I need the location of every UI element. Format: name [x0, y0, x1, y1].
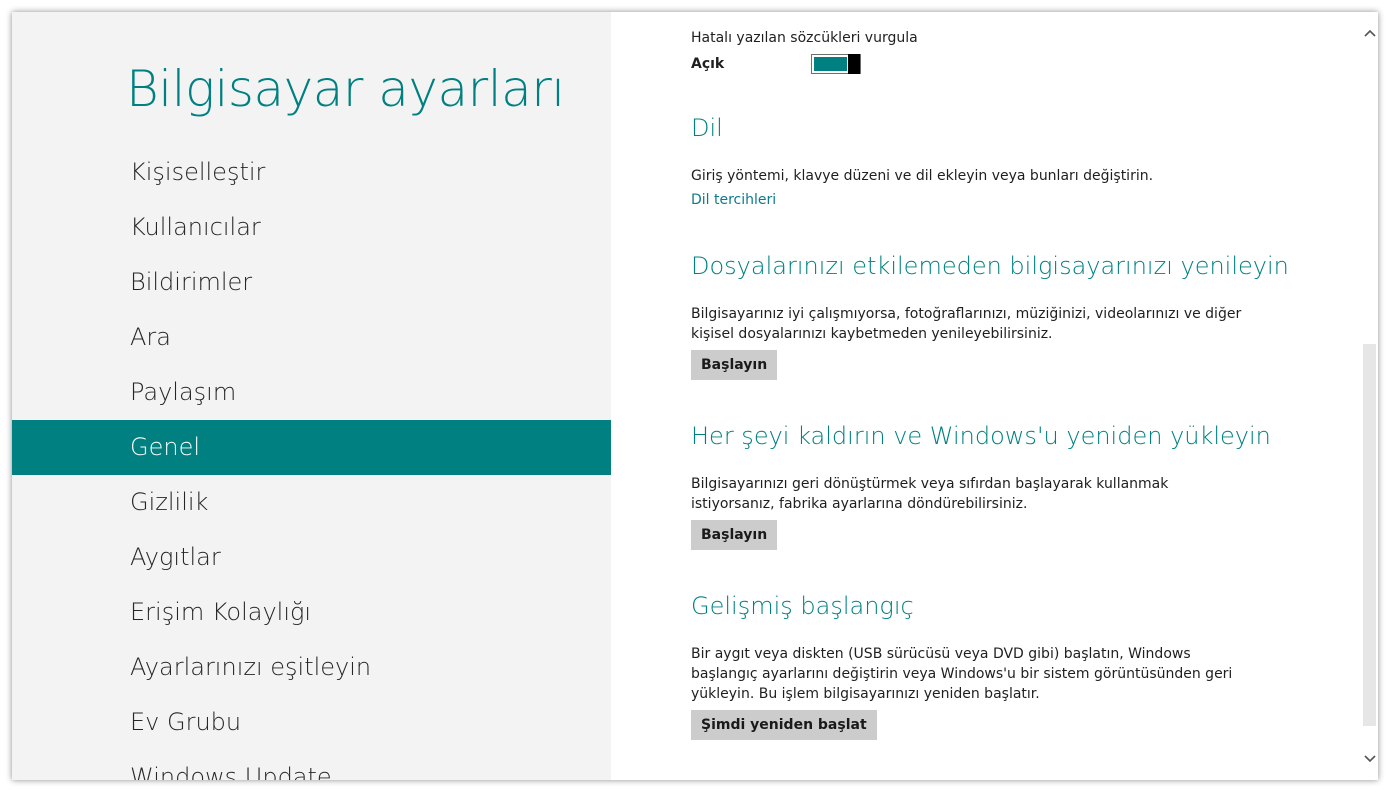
nav-item-general[interactable]: Genel [12, 420, 611, 475]
advanced-startup-description: Bir aygıt veya diskten (USB sürücüsü vey… [691, 646, 1233, 702]
reset-description: Bilgisayarınızı geri dönüştürmek veya sı… [691, 476, 1169, 512]
page-title: Bilgisayar ayarları [126, 60, 565, 118]
language-description: Giriş yöntemi, klavye düzeni ve dil ekle… [691, 168, 1154, 184]
refresh-description: Bilgisayarınız iyi çalışmıyorsa, fotoğra… [691, 306, 1242, 342]
nav-item-sync-settings[interactable]: Ayarlarınızı eşitleyin [12, 640, 611, 695]
content-scrollbar[interactable] [1361, 12, 1378, 780]
nav-item-notifications[interactable]: Bildirimler [12, 255, 611, 310]
reset-start-button[interactable]: Başlayın [691, 520, 778, 550]
language-section-title: Dil [691, 114, 723, 142]
nav-item-ease-of-access[interactable]: Erişim Kolaylığı [12, 585, 611, 640]
toggle-track [814, 57, 847, 71]
refresh-start-button[interactable]: Başlayın [691, 350, 778, 380]
language-preferences-link[interactable]: Dil tercihleri [691, 192, 776, 208]
restart-now-button[interactable]: Şimdi yeniden başlat [691, 710, 877, 740]
nav-item-personalize[interactable]: Kişiselleştir [12, 145, 611, 200]
navigation-pane: Bilgisayar ayarları Kişiselleştir Kullan… [12, 12, 611, 780]
settings-window: Bilgisayar ayarları Kişiselleştir Kullan… [12, 12, 1378, 780]
advanced-startup-section-title: Gelişmiş başlangıç [691, 592, 914, 620]
nav-item-privacy[interactable]: Gizlilik [12, 475, 611, 530]
nav-item-users[interactable]: Kullanıcılar [12, 200, 611, 255]
nav-item-homegroup[interactable]: Ev Grubu [12, 695, 611, 750]
spelling-state-label: Açık [691, 56, 725, 72]
scroll-thumb[interactable] [1363, 344, 1376, 726]
scroll-up-arrow-icon[interactable] [1361, 20, 1378, 46]
scroll-down-arrow-icon[interactable] [1361, 746, 1378, 772]
refresh-section-title: Dosyalarınızı etkilemeden bilgisayarınız… [691, 252, 1289, 280]
nav-item-windows-update[interactable]: Windows Update [12, 750, 611, 780]
nav-item-share[interactable]: Paylaşım [12, 365, 611, 420]
spelling-toggle[interactable] [811, 54, 861, 74]
settings-content: Hatalı yazılan sözcükleri vurgula Açık D… [611, 12, 1361, 780]
nav-item-devices[interactable]: Aygıtlar [12, 530, 611, 585]
spelling-label: Hatalı yazılan sözcükleri vurgula [691, 30, 918, 46]
toggle-thumb[interactable] [848, 54, 860, 74]
reset-section-title: Her şeyi kaldırın ve Windows'u yeniden y… [691, 422, 1271, 450]
nav-item-search[interactable]: Ara [12, 310, 611, 365]
settings-nav: Kişiselleştir Kullanıcılar Bildirimler A… [12, 145, 611, 780]
